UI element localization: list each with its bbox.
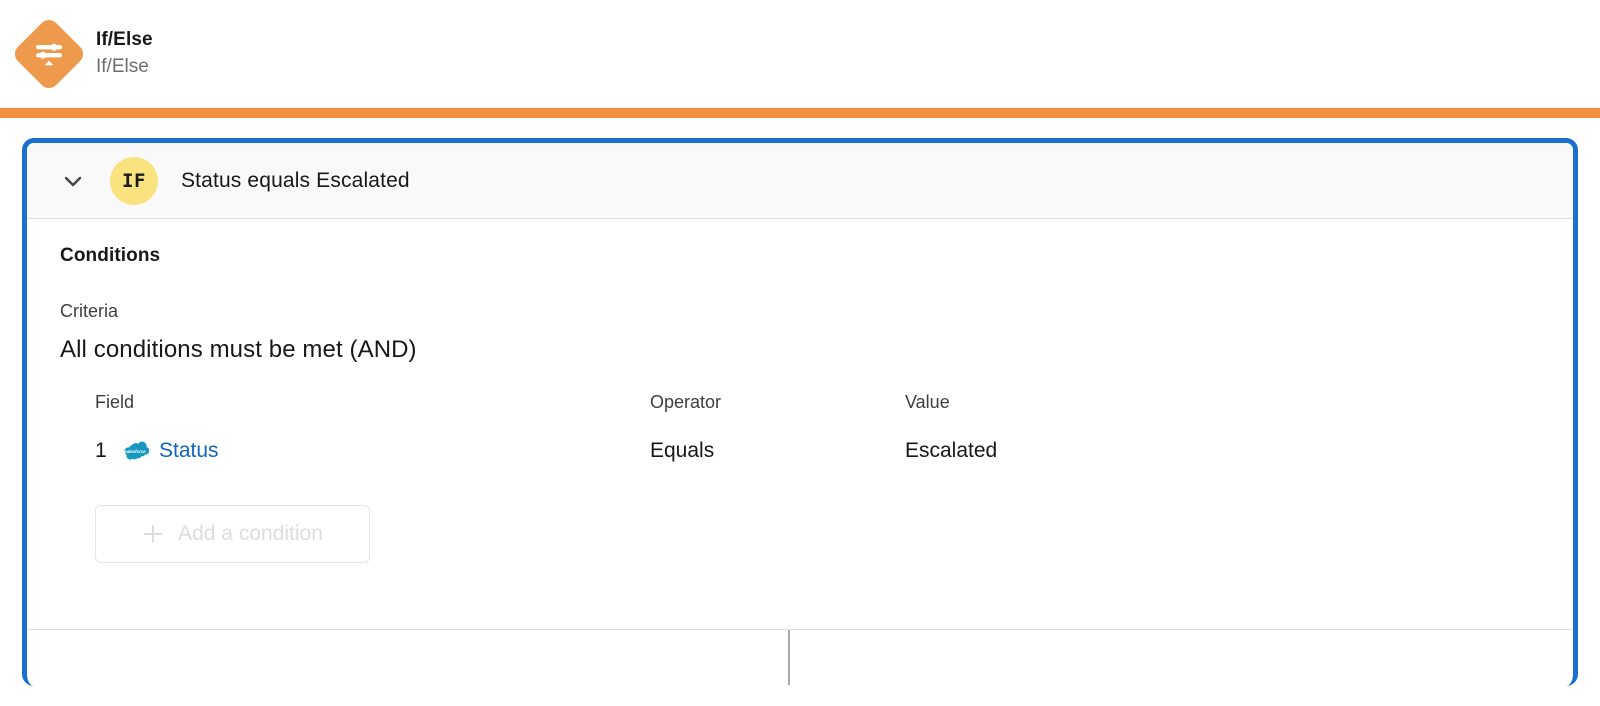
table-header-row: Field Operator Value <box>95 392 1540 439</box>
table-row: 1 salesforce Status Equals Escalated <box>95 439 1540 463</box>
criteria-label: Criteria <box>60 301 119 321</box>
if-badge: IF <box>110 156 158 205</box>
node-header-text: If/Else If/Else <box>96 27 153 81</box>
add-condition-button[interactable]: Add a condition <box>95 505 370 563</box>
cell-field: 1 salesforce Status <box>95 439 650 463</box>
field-link-status[interactable]: Status <box>159 439 219 463</box>
add-condition-label: Add a condition <box>178 522 323 545</box>
card-container: IF Status equals Escalated Conditions Cr… <box>0 118 1600 686</box>
column-header-field: Field <box>95 392 135 412</box>
criteria-value: All conditions must be met (AND) <box>60 336 417 363</box>
cell-value: Escalated <box>905 439 998 462</box>
page-subtitle: If/Else <box>96 56 149 77</box>
if-branch-card-body: Conditions Criteria All conditions must … <box>27 219 1573 685</box>
if-branch-card[interactable]: IF Status equals Escalated Conditions Cr… <box>22 138 1578 686</box>
conditions-table: Field Operator Value 1 salesforce Status… <box>95 392 1540 463</box>
conditions-section-title: Conditions <box>60 245 161 266</box>
column-header-value: Value <box>905 392 950 412</box>
branch-divider-vertical <box>788 630 790 685</box>
if-else-node-icon <box>10 15 88 93</box>
if-else-glyph <box>36 43 62 66</box>
salesforce-cloud-icon: salesforce <box>124 441 149 460</box>
column-header-operator: Operator <box>650 392 722 412</box>
chevron-down-icon[interactable] <box>60 168 86 194</box>
plus-icon <box>144 525 163 543</box>
if-branch-summary: Status equals Escalated <box>181 168 410 192</box>
condition-index: 1 <box>95 439 107 462</box>
if-branch-card-header[interactable]: IF Status equals Escalated <box>27 143 1573 219</box>
svg-text:salesforce: salesforce <box>124 449 146 454</box>
accent-rule <box>0 108 1600 118</box>
page-title: If/Else <box>96 29 153 50</box>
field-cell-content: 1 salesforce Status <box>95 439 650 463</box>
node-header: If/Else If/Else <box>0 0 1600 108</box>
branch-divider-horizontal <box>27 629 1573 630</box>
cell-operator: Equals <box>650 439 715 462</box>
